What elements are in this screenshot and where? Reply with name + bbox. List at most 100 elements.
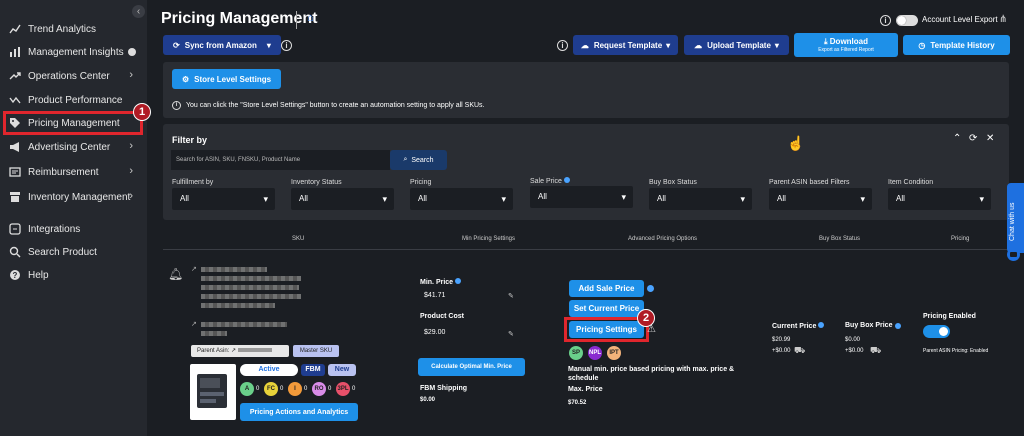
search-button[interactable]: ⌕ Search [390, 150, 447, 170]
status-badge: Active [240, 364, 298, 376]
filter-panel: Filter by ⌃ ⟳ ✕ Search for ASIN, SKU, FN… [163, 124, 1009, 220]
sidebar-item-label: Integrations [28, 223, 81, 235]
upload-template-button[interactable]: ☁ Upload Template ▾ [684, 35, 789, 55]
account-export-toggle[interactable] [896, 15, 918, 26]
store-info-text: You can click the "Store Level Settings"… [186, 102, 485, 109]
search-icon [9, 246, 21, 258]
title-divider [296, 11, 297, 29]
filter-select-parent-asin[interactable]: All [769, 188, 872, 210]
ipt-tag: IPT [607, 346, 621, 360]
caret-down-icon: ▾ [774, 40, 779, 50]
chevron-up-icon[interactable]: ⌃ [953, 133, 961, 144]
pricing-enabled-toggle[interactable] [923, 325, 950, 338]
template-history-button[interactable]: ◷ Template History [903, 35, 1010, 55]
clock-icon: ◷ [918, 40, 926, 50]
refresh-icon[interactable]: ⟳ [969, 133, 977, 144]
close-icon[interactable]: ✕ [986, 133, 994, 144]
external-link-icon[interactable]: ↗ [231, 348, 236, 354]
help-icon: ? [9, 269, 21, 281]
parent-asin-label: Parent Asin: [197, 348, 230, 354]
filter-label-item-condition: Item Condition [888, 179, 934, 186]
download-icon: ⤓ [824, 37, 828, 46]
redacted-title [201, 285, 299, 290]
info-icon[interactable]: i [557, 40, 568, 51]
share-icon[interactable]: ⋔ [999, 14, 1007, 25]
sparkline-icon [9, 94, 21, 106]
column-header-min-pricing: Min Pricing Settings [462, 236, 516, 242]
edit-icon[interactable]: ✎ [508, 330, 514, 338]
sidebar-item-help[interactable]: ? Help [0, 263, 147, 287]
redacted-title [201, 276, 301, 281]
sidebar-item-pricing-management[interactable]: Pricing Management [3, 111, 143, 135]
filter-select-inventory[interactable]: All [291, 188, 394, 210]
min-price-field[interactable]: $41.71 [418, 287, 521, 305]
filter-select-buybox[interactable]: All [649, 188, 752, 210]
sync-icon: ⟳ [173, 40, 180, 50]
edit-icon[interactable]: ✎ [508, 292, 514, 300]
filter-title: Filter by [172, 135, 208, 145]
calculate-min-price-button[interactable]: Calculate Optimal Min. Price [418, 358, 525, 376]
warning-icon: ⚠ [647, 324, 656, 335]
filter-select-fulfillment[interactable]: All [172, 188, 275, 210]
account-export-label: Account Level Export [922, 15, 998, 24]
sidebar-item-trend-analytics[interactable]: Trend Analytics [0, 17, 147, 41]
caret-down-icon: ▾ [266, 40, 271, 50]
search-button-label: Search [411, 156, 434, 164]
sidebar-item-label: Help [28, 269, 49, 281]
set-current-price-button[interactable]: Set Current Price [569, 300, 644, 317]
sync-from-amazon-button[interactable]: ⟳ Sync from Amazon ▾ [163, 35, 281, 55]
info-icon: i [172, 101, 181, 110]
master-sku-badge: Master SKU [293, 345, 339, 357]
sidebar-item-reimbursement[interactable]: Reimbursement › [0, 160, 147, 184]
bubble-shape [1010, 252, 1017, 257]
search-icon: ⌕ [403, 156, 408, 163]
add-sale-price-button[interactable]: Add Sale Price [569, 280, 644, 297]
chat-bubble-icon[interactable] [1007, 248, 1020, 261]
cloud-download-icon: ☁ [580, 40, 589, 50]
current-price-value: $20.99 [772, 337, 791, 343]
sidebar-item-integrations[interactable]: Integrations [0, 217, 147, 241]
filter-select-pricing[interactable]: All [410, 188, 513, 210]
info-icon[interactable]: i [281, 40, 292, 51]
trend-icon [9, 70, 21, 82]
request-template-button[interactable]: ☁ Request Template ▾ [573, 35, 678, 55]
current-price-text: Current Price [772, 323, 817, 330]
sidebar-item-operations-center[interactable]: Operations Center › [0, 64, 147, 88]
sidebar-item-label: Management Insights [28, 46, 124, 58]
info-icon[interactable] [647, 285, 654, 292]
filter-label-inventory: Inventory Status [291, 179, 342, 186]
redacted-asin [237, 348, 272, 353]
home-icon[interactable]: ⌂ [307, 12, 314, 24]
search-input[interactable]: Search for ASIN, SKU, FNSKU, Product Nam… [171, 150, 390, 170]
truck-icon: ⛟ [870, 345, 882, 355]
store-level-settings-button[interactable]: ⚙ Store Level Settings [172, 69, 281, 89]
app-root: ‹ Trend Analytics Management Insights Op… [0, 0, 1024, 436]
external-link-icon[interactable]: ↗ [191, 320, 197, 328]
download-button[interactable]: ⤓ Download Export as Filtered Report [794, 33, 898, 57]
sidebar-item-advertising-center[interactable]: Advertising Center › [0, 135, 147, 159]
redacted-sku [201, 331, 227, 336]
sidebar-item-search-product[interactable]: Search Product [0, 240, 147, 264]
bell-icon[interactable]: 🔔︎ [168, 267, 183, 281]
sidebar-item-inventory-management[interactable]: Inventory Management › [0, 185, 147, 209]
filter-select-sale-price[interactable]: All [530, 186, 633, 208]
product-cost-field[interactable]: $29.00 [418, 324, 521, 342]
pricing-actions-button[interactable]: Pricing Actions and Analytics [240, 403, 358, 421]
buybox-price-label: Buy Box Price [845, 322, 893, 329]
parent-asin-badge: Parent Asin: ↗ [191, 345, 289, 357]
cloud-upload-icon: ☁ [694, 40, 703, 50]
sp-tag: SP [569, 346, 583, 360]
info-icon[interactable] [127, 48, 136, 56]
min-price-text: Min. Price [420, 279, 454, 286]
inventory-count: 0 [280, 386, 284, 392]
info-icon[interactable]: i [880, 15, 891, 26]
filter-select-item-condition[interactable]: All [888, 188, 991, 210]
sidebar-item-label: Advertising Center [28, 141, 111, 153]
chat-with-us-tab[interactable]: Chat with us [1007, 183, 1024, 253]
column-header-sku: SKU [292, 236, 305, 242]
inventory-count: 0 [304, 386, 308, 392]
template-history-label: Template History [930, 40, 995, 50]
sidebar-item-product-performance[interactable]: Product Performance [0, 88, 147, 112]
external-link-icon[interactable]: ↗ [191, 265, 197, 273]
sidebar-item-management-insights[interactable]: Management Insights [0, 40, 147, 64]
